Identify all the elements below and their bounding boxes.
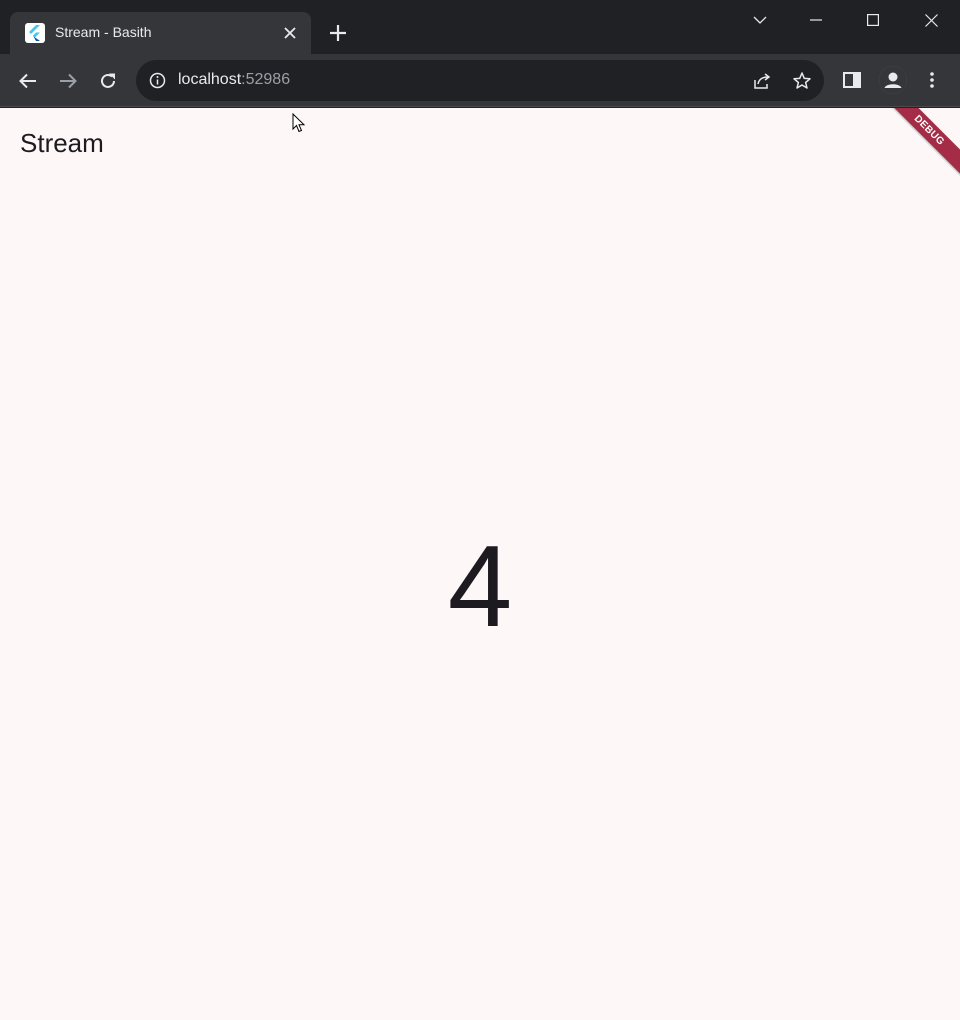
site-info-icon[interactable] [149,72,166,89]
flutter-logo-icon [25,23,45,43]
arrow-left-icon[interactable] [13,66,43,96]
stream-counter-value: 4 [447,521,513,651]
browser-tab-strip: Stream - Basith [0,0,960,54]
url-host: localhost [178,71,242,88]
close-tab-icon[interactable] [280,23,300,43]
side-panel-icon[interactable] [840,68,864,92]
mouse-cursor-icon [292,112,306,133]
arrow-right-icon[interactable] [53,66,83,96]
maximize-icon[interactable] [859,6,887,34]
reload-icon[interactable] [93,66,123,96]
address-bar[interactable]: localhost:52986 [136,60,824,101]
tab-title: Stream - Basith [55,24,152,40]
minimize-icon[interactable] [802,6,830,34]
url-text[interactable]: localhost:52986 [178,71,290,89]
kebab-menu-icon[interactable] [920,68,944,92]
close-window-icon[interactable] [917,6,945,34]
profile-icon[interactable] [879,66,907,94]
tab-search-icon[interactable] [746,6,774,34]
new-tab-button[interactable] [325,20,351,46]
app-viewport: Stream 4 DEBUG [0,108,960,1020]
url-port: :52986 [241,71,291,88]
share-icon[interactable] [752,71,772,91]
browser-toolbar: localhost:52986 [0,54,960,107]
app-bar-title: Stream [20,128,104,158]
browser-tab[interactable]: Stream - Basith [10,12,311,54]
debug-banner: DEBUG [877,108,960,183]
star-icon[interactable] [792,71,812,91]
